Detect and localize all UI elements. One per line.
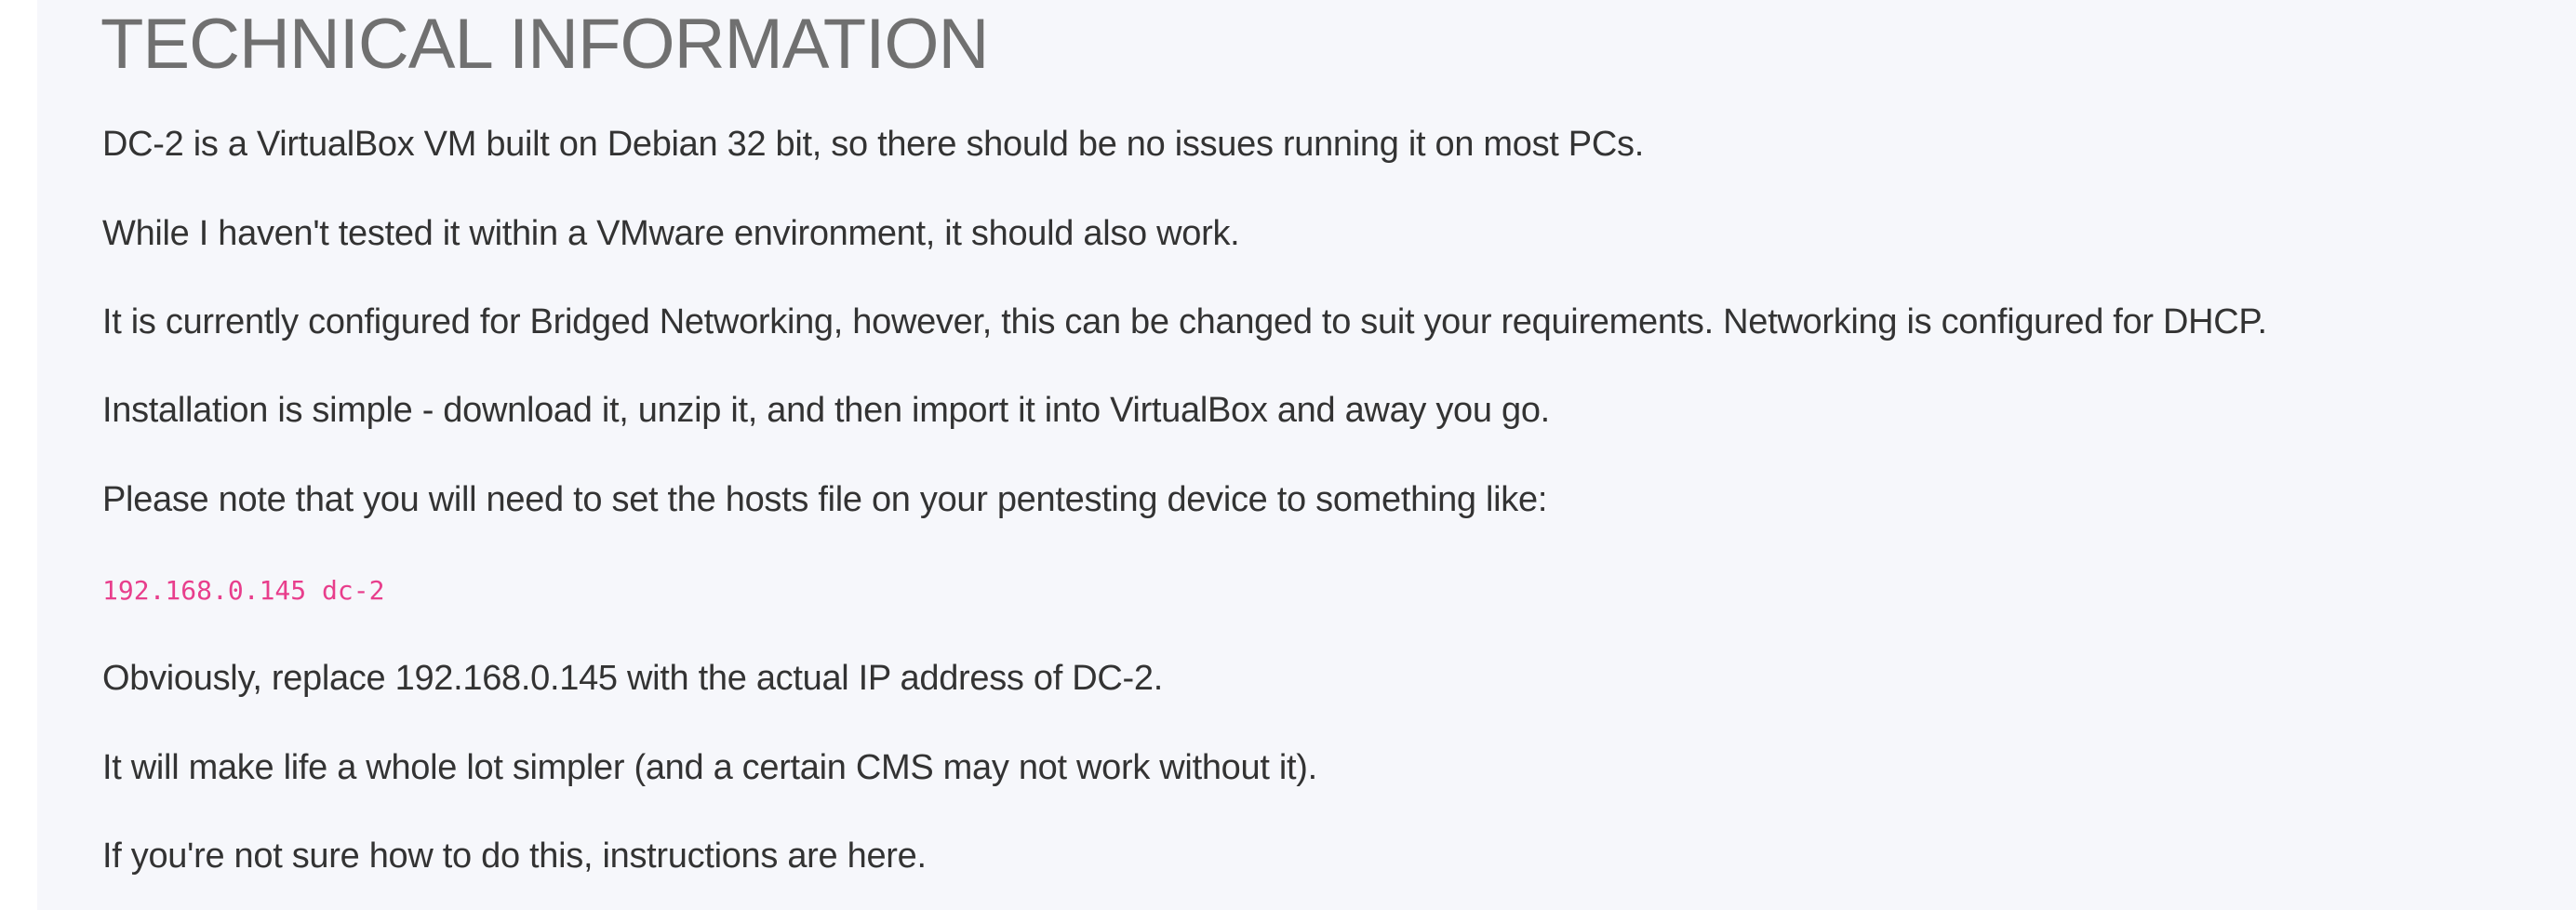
instructions-period: . <box>916 836 927 876</box>
paragraph-simpler: It will make life a whole lot simpler (a… <box>102 748 1317 787</box>
hosts-code-line: 192.168.0.145 dc-2 <box>102 575 385 606</box>
instructions-link[interactable]: here <box>848 836 917 876</box>
paragraph-networking: It is currently configured for Bridged N… <box>102 302 2267 341</box>
paragraph-instructions: If you're not sure how to do this, instr… <box>102 836 927 877</box>
paragraph-vm-info: DC-2 is a VirtualBox VM built on Debian … <box>102 125 1644 164</box>
instructions-text: If you're not sure how to do this, instr… <box>102 836 848 876</box>
paragraph-vmware: While I haven't tested it within a VMwar… <box>102 214 1240 253</box>
paragraph-installation: Installation is simple - download it, un… <box>102 391 1550 430</box>
page-heading: TECHNICAL INFORMATION <box>100 5 989 84</box>
paragraph-replace-ip: Obviously, replace 192.168.0.145 with th… <box>102 659 1163 698</box>
paragraph-hosts-note: Please note that you will need to set th… <box>102 480 1548 519</box>
